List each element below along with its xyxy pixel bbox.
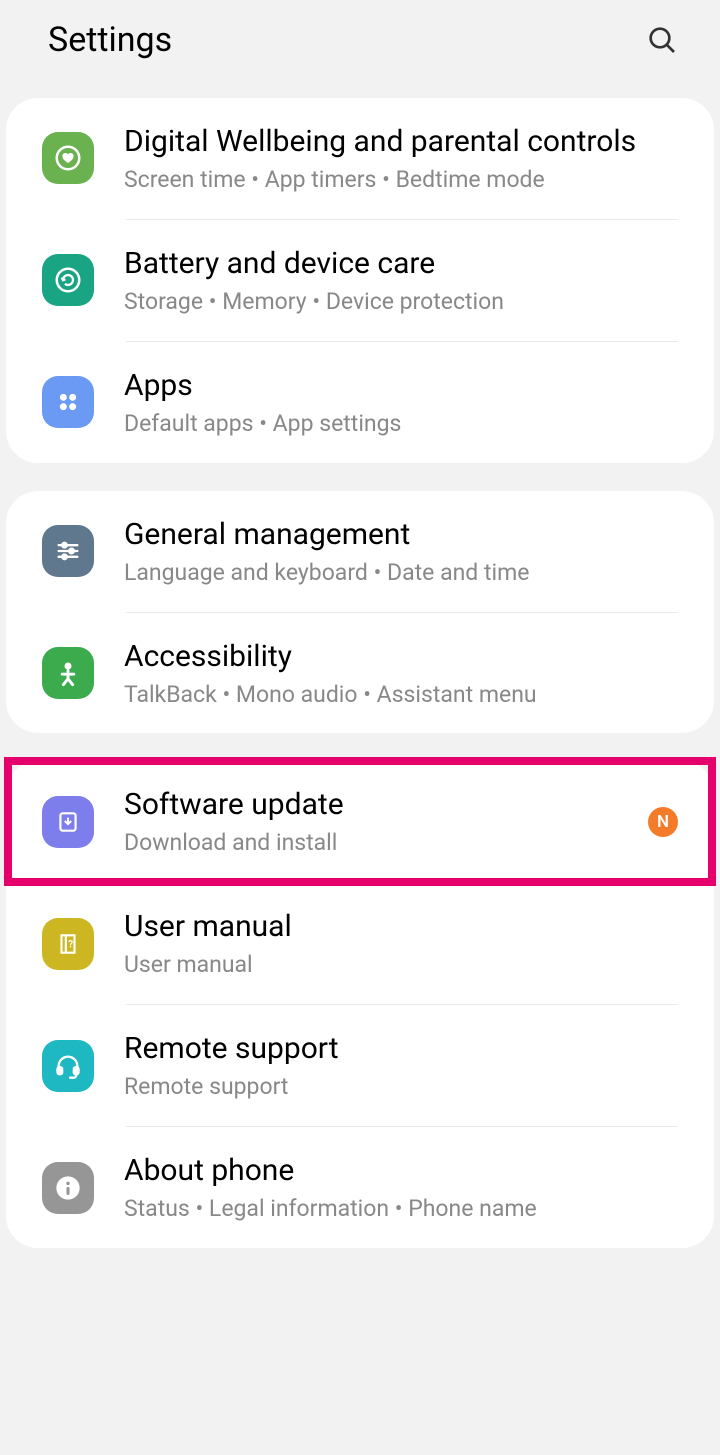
settings-item-remote-support[interactable]: Remote support Remote support (6, 1005, 714, 1126)
item-title: Remote support (124, 1029, 678, 1068)
settings-item-accessibility[interactable]: Accessibility TalkBack • Mono audio • Ass… (6, 613, 714, 734)
item-content: Battery and device care Storage • Memory … (124, 244, 678, 317)
person-icon (42, 647, 94, 699)
item-subtitle: Storage • Memory • Device protection (124, 287, 678, 317)
svg-text:?: ? (68, 939, 73, 950)
search-icon (646, 24, 678, 56)
settings-item-general-management[interactable]: General management Language and keyboard … (6, 491, 714, 612)
item-subtitle: Default apps • App settings (124, 409, 678, 439)
settings-item-user-manual[interactable]: ? User manual User manual (6, 883, 714, 1004)
item-content: Apps Default apps • App settings (124, 366, 678, 439)
item-subtitle: Status • Legal information • Phone name (124, 1194, 678, 1224)
item-content: Digital Wellbeing and parental controls S… (124, 122, 678, 195)
headset-icon (42, 1040, 94, 1092)
item-content: Accessibility TalkBack • Mono audio • Ass… (124, 637, 678, 710)
item-title: Digital Wellbeing and parental controls (124, 122, 678, 161)
info-icon (42, 1162, 94, 1214)
heart-circle-icon (42, 132, 94, 184)
item-title: General management (124, 515, 678, 554)
item-title: Apps (124, 366, 678, 405)
item-content: Software update Download and install (124, 785, 636, 858)
item-subtitle: Download and install (124, 828, 636, 858)
settings-item-about-phone[interactable]: About phone Status • Legal information • … (6, 1127, 714, 1248)
settings-item-digital-wellbeing[interactable]: Digital Wellbeing and parental controls S… (6, 98, 714, 219)
settings-item-battery-device-care[interactable]: Battery and device care Storage • Memory … (6, 220, 714, 341)
item-subtitle: Language and keyboard • Date and time (124, 558, 678, 588)
settings-item-apps[interactable]: Apps Default apps • App settings (6, 342, 714, 463)
item-content: General management Language and keyboard … (124, 515, 678, 588)
settings-item-software-update[interactable]: Software update Download and install N (6, 761, 714, 882)
notification-badge: N (648, 807, 678, 837)
download-update-icon (42, 796, 94, 848)
item-content: Remote support Remote support (124, 1029, 678, 1102)
item-subtitle: Remote support (124, 1072, 678, 1102)
item-title: Battery and device care (124, 244, 678, 283)
settings-group: Software update Download and install N? Use… (6, 761, 714, 1248)
item-title: Software update (124, 785, 636, 824)
refresh-circle-icon (42, 254, 94, 306)
settings-group: General management Language and keyboard … (6, 491, 714, 734)
item-subtitle: User manual (124, 950, 678, 980)
search-button[interactable] (644, 22, 680, 58)
item-content: About phone Status • Legal information • … (124, 1151, 678, 1224)
header: Settings (0, 0, 720, 90)
apps-grid-icon (42, 376, 94, 428)
item-title: Accessibility (124, 637, 678, 676)
settings-group: Digital Wellbeing and parental controls S… (6, 98, 714, 463)
item-subtitle: Screen time • App timers • Bedtime mode (124, 165, 678, 195)
sliders-icon (42, 525, 94, 577)
page-title: Settings (48, 20, 172, 60)
item-subtitle: TalkBack • Mono audio • Assistant menu (124, 680, 678, 710)
item-title: About phone (124, 1151, 678, 1190)
item-title: User manual (124, 907, 678, 946)
book-help-icon: ? (42, 918, 94, 970)
item-content: User manual User manual (124, 907, 678, 980)
